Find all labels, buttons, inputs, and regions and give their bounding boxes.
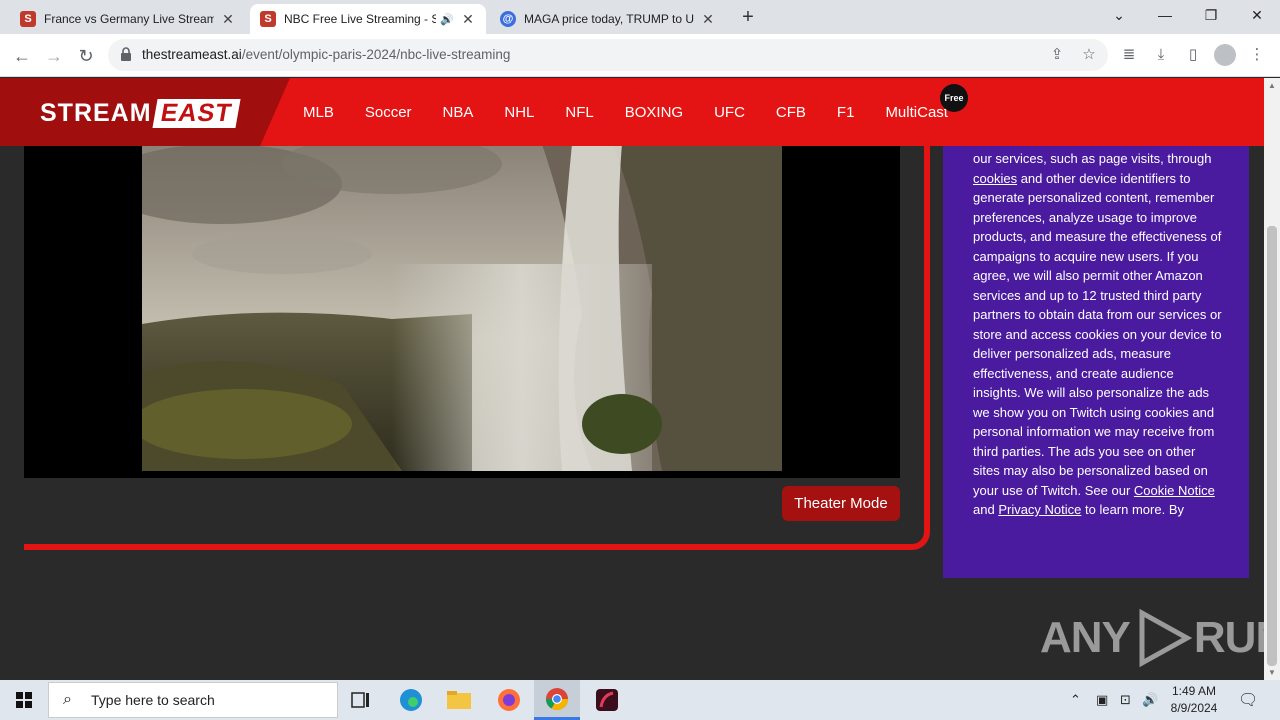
chrome-icon[interactable] — [534, 680, 580, 720]
consent-text: and other device identifiers to generate… — [973, 170, 1222, 498]
theater-mode-button[interactable]: Theater Mode — [782, 486, 900, 521]
privacy-notice-link[interactable]: Privacy Notice — [998, 502, 1081, 517]
tab-title: France vs Germany Live Streamin — [44, 12, 214, 26]
back-arrow-icon[interactable]: ← — [10, 44, 34, 68]
taskbar-search-box[interactable]: ⌕ Type here to search — [48, 682, 338, 718]
download-icon[interactable]: ⤓ — [1150, 44, 1172, 66]
lock-icon — [121, 47, 131, 61]
app-icon[interactable] — [584, 680, 630, 720]
search-icon: ⌕ — [63, 691, 72, 708]
address-bar[interactable]: thestreameast.ai/event/olympic-paris-202… — [108, 39, 1108, 71]
clock-time: 1:49 AM — [1171, 684, 1217, 698]
nav-soccer[interactable]: Soccer — [365, 104, 412, 121]
scrollbar-thumb[interactable] — [1267, 226, 1277, 666]
nav-mlb[interactable]: MLB — [303, 104, 334, 121]
volume-icon[interactable]: 🔊 — [1142, 680, 1158, 720]
coin-favicon-icon: @ — [500, 11, 516, 27]
tab-nbc-live[interactable]: S NBC Free Live Streaming - S 🔊 ✕ — [250, 4, 486, 34]
watermark-text-any: ANY — [1040, 613, 1131, 662]
forward-arrow-icon[interactable]: → — [42, 44, 66, 68]
task-view-icon[interactable] — [338, 680, 384, 720]
clock-date: 8/9/2024 — [1170, 701, 1218, 715]
nav-f1[interactable]: F1 — [837, 104, 855, 121]
network-icon[interactable]: ▣ — [1096, 680, 1108, 720]
free-badge: Free — [940, 84, 968, 112]
tray-chevron-icon[interactable]: ⌃ — [1070, 680, 1081, 720]
scroll-down-icon[interactable]: ▼ — [1268, 668, 1276, 677]
nav-boxing[interactable]: BOXING — [625, 104, 683, 121]
cookies-link[interactable]: cookies — [973, 171, 1017, 186]
tab-title: NBC Free Live Streaming - S — [284, 12, 437, 26]
streameast-favicon-icon: S — [260, 11, 276, 27]
page-scrollbar[interactable]: ▲ ▼ — [1264, 78, 1280, 680]
tab-france-germany[interactable]: S France vs Germany Live Streamin ✕ — [10, 4, 246, 34]
waterfall-scene-image — [142, 144, 782, 471]
browser-toolbar: ← → ↻ thestreameast.ai/event/olympic-par… — [0, 34, 1280, 77]
consent-text: and — [973, 502, 999, 517]
restore-button[interactable]: ❐ — [1188, 0, 1234, 34]
close-window-button[interactable]: ✕ — [1234, 0, 1280, 34]
consent-text: to learn more. By — [1081, 502, 1184, 517]
streameast-favicon-icon: S — [20, 11, 36, 27]
firefox-icon[interactable] — [486, 680, 532, 720]
web-page: STREAM EAST MLB Soccer NBA NHL NFL BOXIN… — [0, 78, 1264, 680]
logo-text-east: EAST — [152, 98, 240, 128]
scroll-up-icon[interactable]: ▲ — [1268, 81, 1276, 90]
nav-nfl[interactable]: NFL — [565, 104, 593, 121]
url-host: thestreameast.ai — [142, 47, 242, 62]
consent-text: our services, such as page visits, throu… — [973, 151, 1212, 166]
speaker-icon[interactable]: 🔊 — [440, 13, 454, 26]
close-icon[interactable]: ✕ — [460, 11, 476, 28]
watermark-text-run: RUN — [1193, 613, 1264, 662]
reload-icon[interactable]: ↻ — [74, 44, 98, 68]
close-icon[interactable]: ✕ — [700, 11, 716, 28]
more-menu-icon[interactable]: ⋮ — [1246, 44, 1268, 66]
taskbar-clock[interactable]: 1:49 AM 8/9/2024 — [1166, 683, 1222, 717]
nav-ufc[interactable]: UFC — [714, 104, 745, 121]
minimize-button[interactable]: — — [1142, 0, 1188, 34]
browser-tab-strip: S France vs Germany Live Streamin ✕ S NB… — [0, 0, 1280, 34]
wifi-icon[interactable]: ⊡ — [1120, 680, 1131, 720]
cookie-consent-panel: our services, such as page visits, throu… — [943, 144, 1249, 578]
windows-taskbar: ⌕ Type here to search ⌃ ▣ ⊡ 🔊 1:49 AM 8/… — [0, 680, 1280, 720]
logo-text-stream: STREAM — [40, 98, 152, 127]
site-header: STREAM EAST MLB Soccer NBA NHL NFL BOXIN… — [0, 78, 1264, 146]
profile-avatar[interactable] — [1214, 44, 1236, 66]
media-queue-icon[interactable]: ≣ — [1118, 44, 1140, 66]
tab-search-chevron-icon[interactable]: ⌄ — [1096, 0, 1142, 34]
video-frame-waterfall[interactable] — [142, 144, 782, 471]
side-panel-icon[interactable]: ▯ — [1182, 44, 1204, 66]
play-triangle-icon — [1139, 608, 1192, 668]
new-tab-button[interactable]: + — [737, 6, 759, 28]
close-icon[interactable]: ✕ — [220, 11, 236, 28]
nav-cfb[interactable]: CFB — [776, 104, 806, 121]
streameast-logo[interactable]: STREAM EAST — [40, 98, 240, 128]
nav-multicast[interactable]: MultiCast — [885, 104, 948, 121]
share-icon[interactable]: ⇪ — [1048, 46, 1066, 64]
url-path: /event/olympic-paris-2024/nbc-live-strea… — [241, 47, 511, 62]
nav-nhl[interactable]: NHL — [504, 104, 534, 121]
windows-logo-icon — [16, 692, 32, 708]
anyrun-watermark: ANY RUN — [1040, 608, 1264, 668]
search-placeholder: Type here to search — [91, 692, 215, 708]
star-icon[interactable]: ☆ — [1080, 46, 1098, 64]
tab-maga-price[interactable]: @ MAGA price today, TRUMP to US ✕ — [490, 4, 726, 34]
url-text: thestreameast.ai/event/olympic-paris-202… — [142, 47, 510, 62]
cookie-notice-link[interactable]: Cookie Notice — [1134, 483, 1215, 498]
edge-icon[interactable] — [388, 680, 434, 720]
main-nav: MLB Soccer NBA NHL NFL BOXING UFC CFB F1… — [303, 78, 979, 146]
start-button[interactable] — [0, 680, 48, 720]
nav-nba[interactable]: NBA — [443, 104, 474, 121]
notifications-icon[interactable]: 🗨 — [1238, 680, 1258, 720]
file-explorer-icon[interactable] — [436, 680, 482, 720]
tab-title: MAGA price today, TRUMP to US — [524, 12, 694, 26]
